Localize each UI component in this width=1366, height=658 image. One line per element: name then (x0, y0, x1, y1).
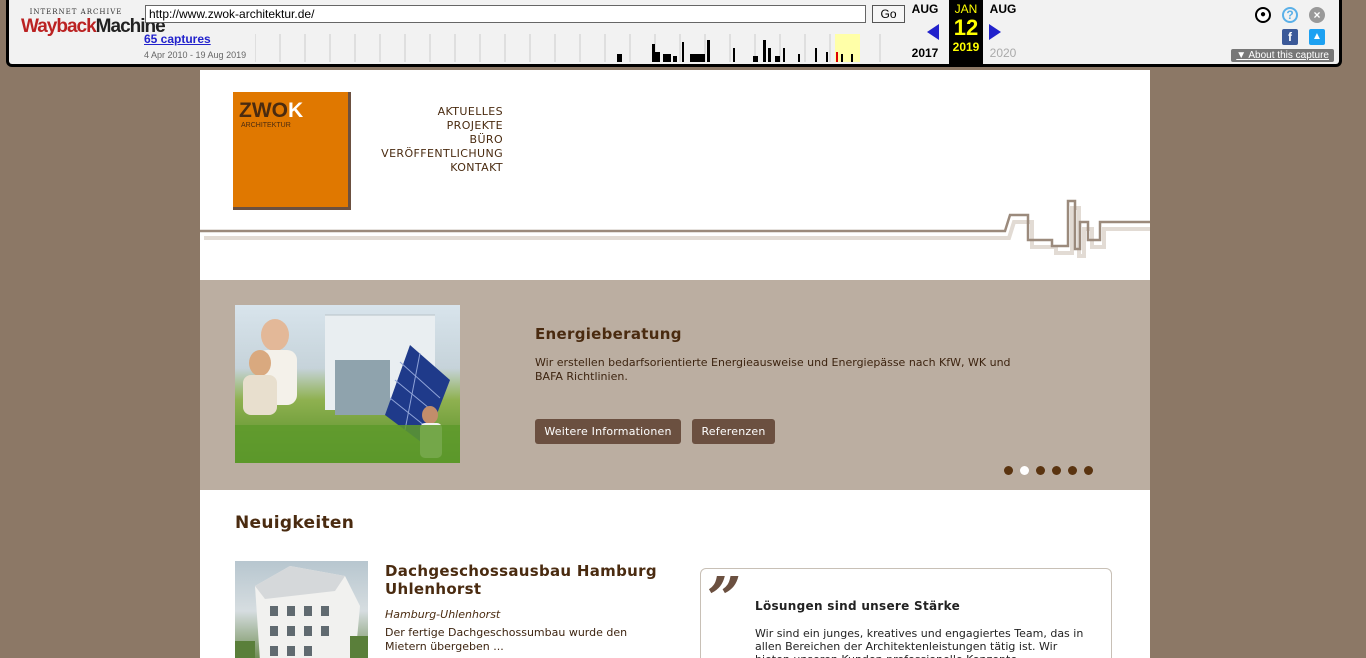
about-capture-label: About this capture (1248, 50, 1329, 61)
logo-text: ZWOK (239, 99, 303, 123)
current-month: JAN (954, 2, 978, 16)
nav-aktuelles[interactable]: AKTUELLES (350, 105, 503, 119)
logo-internet-archive: INTERNET ARCHIVE (29, 8, 123, 16)
prev-capture-icon[interactable] (927, 24, 939, 40)
hero-image (235, 305, 460, 463)
logo-subtitle: ARCHITEKTUR (241, 122, 291, 129)
slide-dot-6[interactable] (1084, 466, 1093, 475)
logo-wayback-machine: WaybackMachine (21, 16, 166, 38)
sparkline-current-year (835, 34, 860, 62)
current-day: 12 (953, 15, 979, 40)
quote-title: Lösungen sind unsere Stärke (755, 599, 961, 613)
slide-dot-1[interactable] (1004, 466, 1013, 475)
references-button[interactable]: Referenzen (692, 419, 775, 444)
quote-text: Wir sind ein junges, kreatives und engag… (755, 627, 1084, 658)
user-icon[interactable]: ● (1255, 7, 1271, 23)
news-image[interactable] (235, 561, 368, 658)
logo-k: K (287, 99, 304, 122)
sparkline-year-grid (255, 34, 881, 62)
url-input[interactable]: http://www.zwok-architektur.de/ (145, 5, 866, 23)
news-text: Der fertige Dachgeschossumbau wurde den … (385, 626, 628, 653)
next-capture-icon[interactable] (989, 24, 1001, 40)
archived-page: ZWOK ARCHITEKTUR AKTUELLES PROJEKTE BÜRO… (200, 70, 1150, 658)
nav-projekte[interactable]: PROJEKTE (350, 119, 503, 133)
captures-link[interactable]: 65 captures (144, 32, 211, 46)
nav-kontakt[interactable]: KONTAKT (350, 161, 503, 175)
go-button[interactable]: Go (872, 5, 905, 23)
twitter-icon[interactable]: ▲ (1309, 29, 1325, 45)
hero-image-art (235, 314, 460, 463)
site-logo[interactable]: ZWOK ARCHITEKTUR (233, 92, 351, 210)
news-title[interactable]: Dachgeschossausbau Hamburg Uhlenhorst (385, 562, 675, 598)
current-year: 2019 (952, 40, 980, 54)
quote-box: ” Lösungen sind unsere Stärke Wir sind e… (700, 565, 1112, 658)
news-location: Hamburg-Uhlenhorst (385, 608, 501, 621)
news-heading: Neuigkeiten (235, 513, 355, 533)
main-nav: AKTUELLES PROJEKTE BÜRO VERÖFFENTLICHUNG… (350, 105, 503, 175)
hero-text: Wir erstellen bedarfsorientierte Energie… (535, 356, 1011, 383)
captures-range: 4 Apr 2010 - 19 Aug 2019 (144, 50, 247, 60)
sparkline-bars (617, 40, 853, 62)
about-capture-button[interactable]: ▼ About this capture (1231, 49, 1334, 62)
slide-dot-3[interactable] (1036, 466, 1045, 475)
slide-dot-2[interactable] (1020, 466, 1029, 475)
nav-buero[interactable]: BÜRO (350, 133, 503, 147)
quote-mark-icon: ” (707, 565, 742, 635)
wayback-logo[interactable]: INTERNET ARCHIVE WaybackMachine (21, 8, 166, 38)
help-icon[interactable]: ? (1282, 7, 1298, 23)
logo-wayback: Wayback (21, 16, 97, 37)
close-icon[interactable]: × (1309, 7, 1325, 23)
news-image-art (235, 566, 368, 658)
sparkline-current-marker (836, 52, 838, 62)
current-capture: JAN 12 2019 (949, 0, 983, 64)
wayback-toolbar: INTERNET ARCHIVE WaybackMachine http://w… (6, 0, 1342, 67)
capture-sparkline[interactable] (255, 34, 905, 62)
slide-dot-5[interactable] (1068, 466, 1077, 475)
logo-zwo: ZWO (239, 99, 288, 122)
hero-title: Energieberatung (535, 325, 682, 343)
prev-month[interactable]: AUG (907, 2, 943, 16)
more-info-button[interactable]: Weitere Informationen (535, 419, 681, 444)
next-month[interactable]: AUG (985, 2, 1021, 16)
slide-dot-4[interactable] (1052, 466, 1061, 475)
skyline-decoration (200, 199, 1150, 258)
hero-slider: Energieberatung Wir erstellen bedarfsori… (200, 280, 1150, 490)
facebook-icon[interactable]: f (1282, 29, 1298, 45)
prev-year[interactable]: 2017 (907, 46, 943, 60)
nav-veroeffentlichung[interactable]: VERÖFFENTLICHUNG (350, 147, 503, 161)
next-year[interactable]: 2020 (985, 46, 1021, 60)
